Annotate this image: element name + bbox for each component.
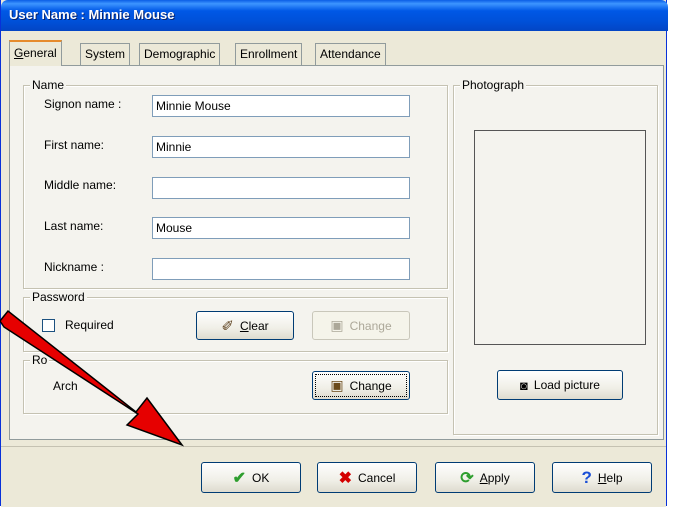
middle-name-label: Middle name: <box>44 178 117 192</box>
nickname-field[interactable] <box>152 258 410 280</box>
required-checkbox[interactable] <box>42 319 55 332</box>
tab-demographic[interactable]: Demographic <box>139 43 221 65</box>
last-name-label: Last name: <box>44 219 104 233</box>
first-name-field[interactable] <box>152 136 410 158</box>
refresh-icon: ⟳ <box>460 469 474 487</box>
name-group-title: Name <box>30 78 67 92</box>
role-value: Arch <box>53 379 78 393</box>
signon-name-label: Signon name : <box>44 97 122 111</box>
title-bar[interactable]: User Name : Minnie Mouse <box>1 0 668 31</box>
first-name-label: First name: <box>44 138 105 152</box>
middle-name-field[interactable] <box>152 177 410 199</box>
x-icon: ✖ <box>338 469 353 487</box>
camera-icon: ◙ <box>520 377 528 393</box>
change-role-label: Change <box>349 378 392 393</box>
change-password-label: Change <box>349 318 392 333</box>
change-password-button[interactable]: ▣ Change <box>312 311 410 340</box>
tab-system[interactable]: System <box>80 43 131 65</box>
apply-button-label: Apply <box>479 470 510 485</box>
nickname-label: Nickname : <box>44 260 105 274</box>
signon-name-field[interactable] <box>152 95 410 117</box>
clear-button-label: Clear <box>239 318 269 333</box>
window-title: User Name : Minnie Mouse <box>9 7 175 22</box>
check-icon: ✔ <box>232 469 247 487</box>
load-picture-button[interactable]: ◙ Load picture <box>497 370 623 400</box>
apply-button[interactable]: ⟳ Apply <box>435 462 535 493</box>
tab-enrollment[interactable]: Enrollment <box>235 43 303 65</box>
required-label[interactable]: Required <box>65 318 114 332</box>
tab-general[interactable]: General <box>9 40 62 66</box>
help-button[interactable]: ? Help <box>552 462 652 493</box>
tab-attendance[interactable]: Attendance <box>315 43 386 65</box>
change-role-icon: ▣ <box>330 377 344 393</box>
role-group-title: Ro <box>30 353 50 367</box>
password-group-title: Password <box>30 290 87 304</box>
change-role-button[interactable]: ▣ Change <box>312 371 410 400</box>
photo-group-title: Photograph <box>460 78 527 92</box>
cancel-button[interactable]: ✖ Cancel <box>317 462 417 493</box>
load-picture-label: Load picture <box>533 378 600 392</box>
tab-label: eneral <box>23 46 57 60</box>
change-icon: ▣ <box>330 317 344 333</box>
question-icon: ? <box>581 467 592 487</box>
dialog-window: User Name : Minnie Mouse General System … <box>0 0 668 507</box>
clear-icon: ✐ <box>221 317 234 335</box>
clear-password-button[interactable]: ✐ Clear <box>196 311 294 340</box>
tab-label-underline: G <box>14 46 24 60</box>
cancel-button-label: Cancel <box>358 470 396 485</box>
help-button-label: Help <box>597 470 623 485</box>
photograph-frame <box>474 130 646 345</box>
last-name-field[interactable] <box>152 217 410 239</box>
ok-button[interactable]: ✔ OK <box>201 462 301 493</box>
ok-button-label: OK <box>252 470 270 485</box>
